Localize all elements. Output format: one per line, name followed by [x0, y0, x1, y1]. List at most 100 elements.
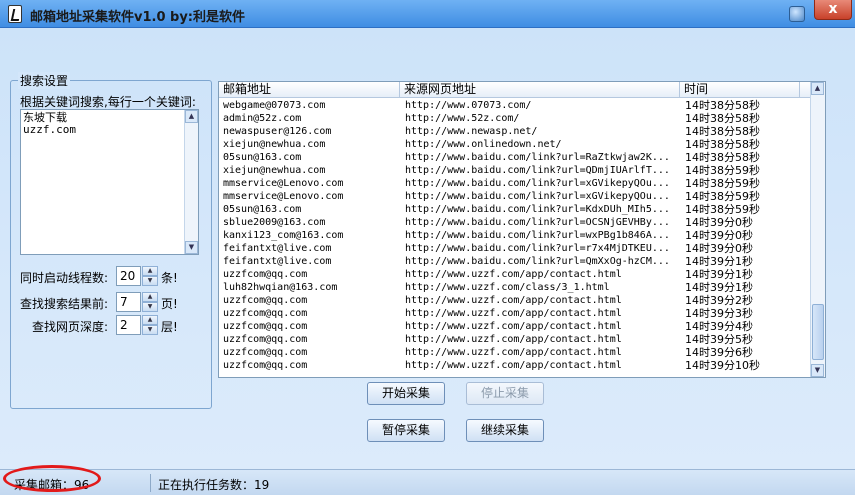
cell-url: http://www.uzzf.com/app/contact.html: [405, 308, 622, 319]
title-bar: 邮箱地址采集软件v1.0 by:利是软件 x: [0, 0, 855, 28]
table-row[interactable]: xiejun@newhua.com http://www.onlinedown.n…: [219, 138, 811, 151]
cell-time: 14时38分58秒: [685, 112, 760, 125]
cell-url: http://www.baidu.com/link?url=OCSNjGEVHB…: [405, 217, 670, 228]
stepper-down-icon[interactable]: ▼: [142, 276, 158, 286]
stop-collect-button[interactable]: 停止采集: [466, 382, 544, 405]
cell-url: http://www.onlinedown.net/: [405, 139, 562, 150]
column-header-url[interactable]: 来源网页地址: [400, 82, 680, 98]
pages-stepper[interactable]: ▲ ▼: [142, 292, 158, 312]
cell-time: 14时39分4秒: [685, 320, 753, 333]
scroll-down-icon[interactable]: ▼: [811, 364, 824, 377]
cell-url: http://www.baidu.com/link?url=QmXxOg-hzC…: [405, 256, 670, 267]
table-body: webgame@07073.com http://www.07073.com/14…: [219, 99, 811, 372]
table-row[interactable]: 05sun@163.com http://www.baidu.com/link?u…: [219, 151, 811, 164]
cell-time: 14时39分1秒: [685, 268, 753, 281]
keywords-textarea[interactable]: 东坡下载 uzzf.com ▲ ▼: [20, 109, 199, 255]
cell-email: feifantxt@live.com: [223, 256, 332, 267]
cell-url: http://www.baidu.com/link?url=KdxDUh_MIh…: [405, 204, 670, 215]
cell-url: http://www.uzzf.com/app/contact.html: [405, 295, 622, 306]
stepper-down-icon[interactable]: ▼: [142, 302, 158, 312]
stepper-up-icon[interactable]: ▲: [142, 315, 158, 325]
stepper-up-icon[interactable]: ▲: [142, 292, 158, 302]
table-scrollbar[interactable]: ▲ ▼: [810, 82, 825, 377]
scroll-thumb[interactable]: [812, 304, 824, 360]
depth-suffix: 层!: [161, 320, 178, 334]
cell-email: admin@52z.com: [223, 113, 302, 124]
table-row[interactable]: luh82hwqian@163.com http://www.uzzf.com/c…: [219, 281, 811, 294]
table-row[interactable]: sblue2009@163.com http://www.baidu.com/li…: [219, 216, 811, 229]
table-row[interactable]: uzzfcom@qq.com http://www.uzzf.com/app/co…: [219, 320, 811, 333]
table-row[interactable]: feifantxt@live.com http://www.baidu.com/l…: [219, 242, 811, 255]
threads-input[interactable]: 20: [116, 266, 141, 286]
table-row[interactable]: uzzfcom@qq.com http://www.uzzf.com/app/co…: [219, 307, 811, 320]
cell-email: kanxi123_com@163.com: [223, 230, 344, 241]
cell-time: 14时39分3秒: [685, 307, 753, 320]
pages-row: 查找搜索结果前: 7 ▲ ▼ 页!: [20, 292, 205, 312]
cell-email: 05sun@163.com: [223, 204, 302, 215]
window-title: 邮箱地址采集软件v1.0 by:利是软件: [30, 10, 246, 25]
start-collect-button[interactable]: 开始采集: [367, 382, 445, 405]
scroll-up-icon[interactable]: ▲: [185, 110, 198, 123]
column-header-email[interactable]: 邮箱地址: [219, 82, 400, 98]
pages-input[interactable]: 7: [116, 292, 141, 312]
column-header-time[interactable]: 时间: [680, 82, 800, 98]
threads-stepper[interactable]: ▲ ▼: [142, 266, 158, 286]
stepper-down-icon[interactable]: ▼: [142, 325, 158, 335]
keywords-scrollbar[interactable]: ▲ ▼: [184, 110, 198, 254]
scroll-down-icon[interactable]: ▼: [185, 241, 198, 254]
cell-time: 14时38分58秒: [685, 138, 760, 151]
table-row[interactable]: mmservice@Lenovo.com http://www.baidu.com…: [219, 190, 811, 203]
threads-suffix: 条!: [161, 271, 178, 285]
cell-url: http://www.uzzf.com/app/contact.html: [405, 321, 622, 332]
table-row[interactable]: uzzfcom@qq.com http://www.uzzf.com/app/co…: [219, 268, 811, 281]
cell-url: http://www.52z.com/: [405, 113, 520, 124]
cell-email: newaspuser@126.com: [223, 126, 332, 137]
cell-email: uzzfcom@qq.com: [223, 334, 308, 345]
cell-url: http://www.baidu.com/link?url=r7x4MjDTKE…: [405, 243, 670, 254]
search-settings-legend: 搜索设置: [18, 72, 71, 89]
pin-icon[interactable]: [789, 6, 805, 22]
table-row[interactable]: uzzfcom@qq.com http://www.uzzf.com/app/co…: [219, 346, 811, 359]
threads-label: 同时启动线程数:: [20, 271, 109, 285]
app-icon: [8, 5, 22, 23]
cell-url: http://www.uzzf.com/app/contact.html: [405, 347, 622, 358]
cell-email: uzzfcom@qq.com: [223, 321, 308, 332]
highlight-ellipse: [3, 465, 101, 492]
depth-input[interactable]: 2: [116, 315, 141, 335]
table-row[interactable]: xiejun@newhua.com http://www.baidu.com/li…: [219, 164, 811, 177]
resume-collect-button[interactable]: 继续采集: [466, 419, 544, 442]
results-table[interactable]: 邮箱地址 来源网页地址 时间 webgame@07073.com http://w…: [218, 81, 826, 378]
table-row[interactable]: webgame@07073.com http://www.07073.com/14…: [219, 99, 811, 112]
cell-url: http://www.uzzf.com/app/contact.html: [405, 334, 622, 345]
cell-email: feifantxt@live.com: [223, 243, 332, 254]
cell-time: 14时39分1秒: [685, 281, 753, 294]
pause-collect-button[interactable]: 暂停采集: [367, 419, 445, 442]
table-row[interactable]: newaspuser@126.com http://www.newasp.net/…: [219, 125, 811, 138]
cell-url: http://www.baidu.com/link?url=xGVikepyQO…: [405, 191, 670, 202]
cell-time: 14时39分6秒: [685, 346, 753, 359]
table-row[interactable]: admin@52z.com http://www.52z.com/14时38分58…: [219, 112, 811, 125]
cell-time: 14时38分58秒: [685, 151, 760, 164]
cell-url: http://www.uzzf.com/app/contact.html: [405, 360, 622, 371]
cell-time: 14时39分0秒: [685, 229, 753, 242]
stepper-up-icon[interactable]: ▲: [142, 266, 158, 276]
table-header: 邮箱地址 来源网页地址 时间: [219, 82, 811, 98]
cell-email: webgame@07073.com: [223, 100, 326, 111]
table-row[interactable]: kanxi123_com@163.com http://www.baidu.com…: [219, 229, 811, 242]
cell-email: xiejun@newhua.com: [223, 165, 326, 176]
cell-time: 14时38分59秒: [685, 164, 760, 177]
threads-row: 同时启动线程数: 20 ▲ ▼ 条!: [20, 266, 205, 286]
table-row[interactable]: mmservice@Lenovo.com http://www.baidu.com…: [219, 177, 811, 190]
close-button[interactable]: x: [814, 0, 852, 20]
table-row[interactable]: uzzfcom@qq.com http://www.uzzf.com/app/co…: [219, 359, 811, 372]
table-row[interactable]: uzzfcom@qq.com http://www.uzzf.com/app/co…: [219, 333, 811, 346]
table-row[interactable]: feifantxt@live.com http://www.baidu.com/l…: [219, 255, 811, 268]
table-row[interactable]: 05sun@163.com http://www.baidu.com/link?u…: [219, 203, 811, 216]
cell-email: mmservice@Lenovo.com: [223, 178, 344, 189]
scroll-up-icon[interactable]: ▲: [811, 82, 824, 95]
table-row[interactable]: uzzfcom@qq.com http://www.uzzf.com/app/co…: [219, 294, 811, 307]
cell-email: uzzfcom@qq.com: [223, 295, 308, 306]
cell-time: 14时38分58秒: [685, 125, 760, 138]
depth-stepper[interactable]: ▲ ▼: [142, 315, 158, 335]
cell-time: 14时38分59秒: [685, 203, 760, 216]
